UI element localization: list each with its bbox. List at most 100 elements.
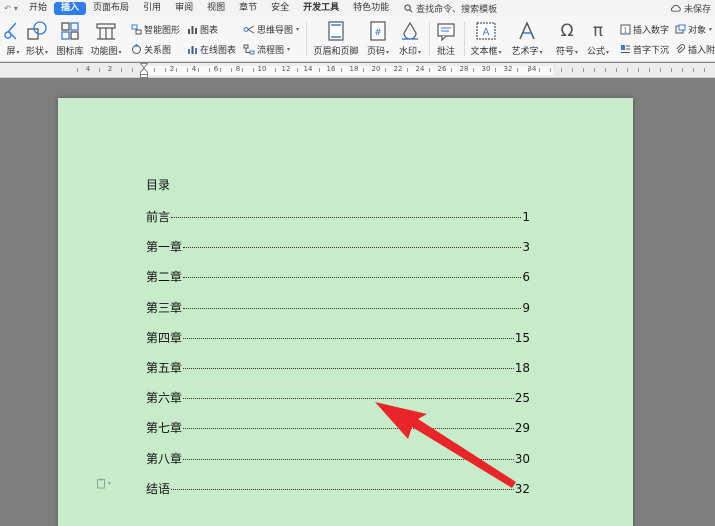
drop-cap-label: 首字下沉 bbox=[633, 46, 670, 56]
svg-text:#: # bbox=[374, 28, 382, 38]
save-status[interactable]: 未保存 bbox=[670, 2, 715, 15]
ruler-tick bbox=[539, 68, 540, 72]
tab-insert[interactable]: 插入 bbox=[54, 1, 87, 15]
ruler-tick bbox=[660, 68, 661, 72]
command-search[interactable]: 查找命令、搜索模板 bbox=[404, 2, 497, 15]
tab-page-layout[interactable]: 页面布局 bbox=[86, 2, 136, 15]
ruler-tick bbox=[319, 68, 320, 72]
textbox-button[interactable]: A 文本框▾ bbox=[464, 20, 508, 57]
ruler-tick bbox=[220, 68, 221, 72]
toc-entry[interactable]: 第六章 25 bbox=[146, 389, 530, 405]
undo-icon[interactable]: ↶ bbox=[4, 4, 11, 13]
insert-attachment-button[interactable]: 插入附 bbox=[675, 43, 715, 56]
document-page[interactable]: 目录 前言 1 第一章 3 第二章 6 第三章 9 第四章 15 第五章 18 第六章 25 第七章 29 第八… bbox=[58, 98, 633, 526]
function-chart-button[interactable]: 功能图▾ bbox=[84, 20, 128, 57]
tab-view[interactable]: 视图 bbox=[200, 2, 232, 15]
ruler-label: 2 bbox=[169, 65, 175, 73]
ruler-label: 10 bbox=[257, 65, 267, 73]
toc-entry[interactable]: 第一章 3 bbox=[146, 238, 530, 254]
comment-button[interactable]: 批注 bbox=[424, 20, 468, 57]
toc-leader-dots bbox=[183, 458, 514, 460]
wordart-button[interactable]: 艺术字▾ bbox=[505, 20, 549, 57]
ruler-label: 16 bbox=[326, 65, 336, 73]
insert-attachment-label: 插入附 bbox=[688, 46, 715, 56]
toc-entry[interactable]: 第七章 29 bbox=[146, 419, 530, 435]
tab-review[interactable]: 审阅 bbox=[168, 2, 200, 15]
toc-page-number: 9 bbox=[522, 300, 530, 315]
toc-entry[interactable]: 第三章 9 bbox=[146, 299, 530, 315]
toc-page-number: 18 bbox=[514, 361, 530, 375]
ruler-tick bbox=[253, 68, 254, 72]
flow-chart-button[interactable]: 流程图 ▾ bbox=[243, 43, 290, 56]
drop-cap-button[interactable]: 首字下沉 bbox=[620, 43, 669, 56]
mind-map-icon bbox=[243, 25, 255, 34]
tab-special[interactable]: 特色功能 bbox=[346, 2, 396, 15]
formula-button[interactable]: π 公式▾ bbox=[576, 20, 620, 57]
toc-page-number: 15 bbox=[514, 330, 530, 345]
tab-developer[interactable]: 开发工具 bbox=[296, 2, 346, 15]
online-chart-button[interactable]: 在线图表 bbox=[187, 43, 236, 56]
indent-marker-icon[interactable] bbox=[140, 63, 148, 78]
ruler-label: 30 bbox=[481, 65, 491, 73]
ribbon: 屏▾ 形状▾ 图标库 功能图▾ 智能图形 关系图 图表 在线图表 思维导图 ▾ … bbox=[0, 16, 715, 62]
tab-home[interactable]: 开始 bbox=[22, 2, 54, 15]
toc-chapter: 结语 bbox=[146, 481, 171, 496]
horizontal-ruler[interactable]: 4 2 2 4 6 8 10 12 14 16 18 20 22 24 26 28 30 32 34 bbox=[0, 63, 715, 78]
cloud-icon bbox=[670, 4, 681, 12]
ruler-tick bbox=[275, 68, 276, 72]
ruler-tick bbox=[297, 68, 298, 72]
toc-chapter: 前言 bbox=[146, 210, 171, 224]
toc-page-number: 1 bbox=[522, 210, 530, 224]
ruler-label: 4 bbox=[85, 65, 91, 73]
toc-entry[interactable]: 前言 1 bbox=[146, 208, 530, 224]
ruler-label: 14 bbox=[303, 65, 313, 73]
header-footer-button[interactable]: 页眉和页脚 bbox=[311, 20, 361, 57]
ruler-tick bbox=[704, 68, 705, 72]
smart-art-button[interactable]: 智能图形 bbox=[131, 23, 180, 36]
toc-page-number: 6 bbox=[522, 270, 530, 285]
toc-chapter: 第八章 bbox=[146, 451, 183, 466]
insert-number-button[interactable]: 1 插入数字 bbox=[620, 23, 669, 36]
toc-chapter: 第二章 bbox=[146, 270, 183, 285]
ruler-tick bbox=[242, 68, 243, 72]
header-footer-label: 页眉和页脚 bbox=[313, 47, 359, 57]
ruler-label: 6 bbox=[213, 65, 219, 73]
ruler-label: 2 bbox=[107, 65, 113, 73]
ruler-tick bbox=[594, 68, 595, 72]
online-chart-label: 在线图表 bbox=[200, 46, 237, 56]
paste-options-icon[interactable]: ▾ bbox=[96, 478, 111, 489]
toc-entry[interactable]: 第二章 6 bbox=[146, 268, 530, 284]
ruler-tick bbox=[517, 68, 518, 72]
dropdown-icon[interactable]: ▾ bbox=[14, 4, 18, 13]
relation-chart-button[interactable]: 关系图 bbox=[131, 43, 171, 56]
toc-entry[interactable]: 第八章 30 bbox=[146, 450, 530, 466]
menu-bar: ↶ ▾ 开始 插入 页面布局 引用 审阅 视图 章节 安全 开发工具 特色功能 … bbox=[0, 0, 715, 16]
tab-section[interactable]: 章节 bbox=[232, 2, 264, 15]
tab-security[interactable]: 安全 bbox=[264, 2, 296, 15]
toc-entry[interactable]: 第五章 18 bbox=[146, 359, 530, 375]
ruler-label: 24 bbox=[415, 65, 425, 73]
page-number-icon: # bbox=[370, 20, 386, 42]
mind-map-button[interactable]: 思维导图 ▾ bbox=[243, 23, 299, 36]
ruler-label: 26 bbox=[437, 65, 447, 73]
ruler-tick bbox=[495, 68, 496, 72]
object-button[interactable]: 对象 ▾ bbox=[675, 23, 712, 36]
relation-icon bbox=[132, 44, 141, 54]
toc-entry[interactable]: 第四章 15 bbox=[146, 329, 530, 345]
ruler-label: 8 bbox=[235, 65, 241, 73]
ruler-tick bbox=[528, 68, 529, 72]
ruler-tick bbox=[451, 68, 452, 72]
chart-button[interactable]: 图表 bbox=[187, 23, 218, 36]
search-icon bbox=[404, 3, 413, 12]
toc-leader-dots bbox=[183, 277, 522, 279]
flow-chart-icon bbox=[243, 44, 255, 55]
ruler-tick bbox=[99, 68, 100, 72]
toc-leader-dots bbox=[171, 488, 514, 490]
toc-entry[interactable]: 结语 32 bbox=[146, 480, 530, 496]
toc-chapter: 第四章 bbox=[146, 330, 183, 345]
formula-label: 公式 bbox=[586, 47, 605, 57]
tab-references[interactable]: 引用 bbox=[136, 2, 168, 15]
ruler-tick bbox=[121, 68, 122, 72]
scissors-icon bbox=[0, 20, 16, 42]
ruler-label: 28 bbox=[459, 65, 469, 73]
